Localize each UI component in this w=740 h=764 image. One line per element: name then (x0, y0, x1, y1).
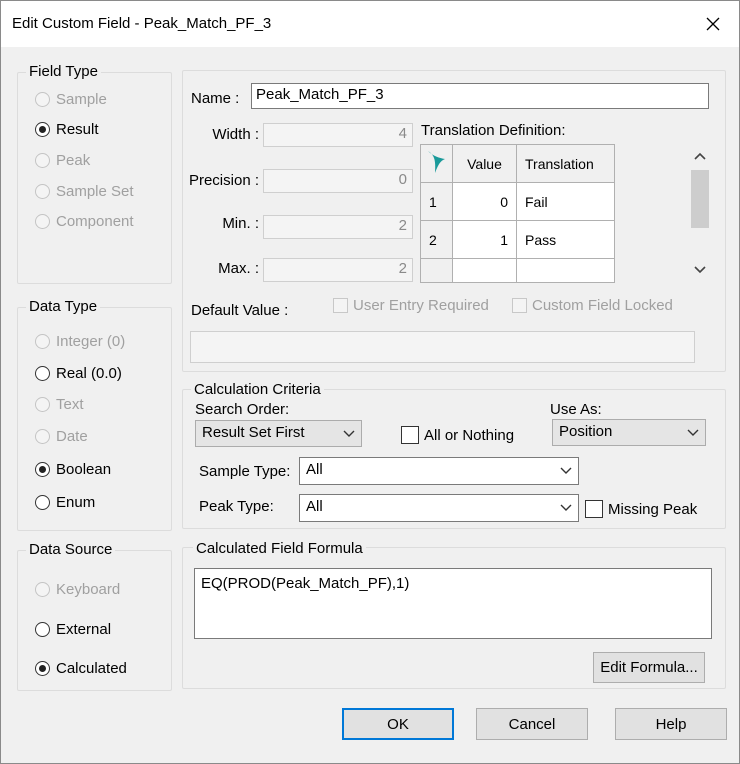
translation-column-header[interactable]: Translation (516, 144, 615, 183)
calculation-criteria-label: Calculation Criteria (191, 381, 324, 398)
translation-cell[interactable]: Pass (516, 220, 615, 259)
radio-circle (35, 366, 50, 381)
radio-circle (35, 622, 50, 637)
radio-circle (35, 661, 50, 676)
width-field[interactable]: 4 (263, 123, 413, 147)
name-input[interactable]: Peak_Match_PF_3 (251, 83, 709, 109)
width-label: Width : (212, 126, 259, 143)
data-source-keyboard-radio[interactable]: Keyboard (35, 581, 120, 598)
search-order-label: Search Order: (195, 401, 290, 418)
min-label: Min. : (222, 215, 259, 232)
user-entry-required-checkbox[interactable]: User Entry Required (333, 297, 489, 314)
data-source-external-radio[interactable]: External (35, 621, 111, 638)
translation-scrollbar[interactable] (689, 144, 711, 282)
chevron-down-icon (560, 504, 572, 511)
row-index-cell (420, 258, 453, 283)
data-source-label: Data Source (26, 541, 116, 558)
checkbox-box (333, 298, 348, 313)
value-cell[interactable]: 0 (452, 182, 517, 221)
peak-type-select[interactable]: All (299, 494, 579, 522)
value-cell[interactable] (452, 258, 517, 283)
default-value-label: Default Value : (191, 302, 289, 319)
checkbox-box (585, 500, 603, 518)
close-button[interactable] (693, 7, 733, 41)
row-index-cell: 1 (420, 182, 453, 221)
custom-field-locked-checkbox[interactable]: Custom Field Locked (512, 297, 673, 314)
close-icon (706, 17, 720, 31)
formula-label: Calculated Field Formula (193, 540, 366, 557)
precision-label: Precision : (188, 172, 259, 189)
field-type-result-radio[interactable]: Result (35, 121, 99, 138)
table-row[interactable] (420, 258, 615, 283)
table-row[interactable]: 2 1 Pass (420, 220, 615, 259)
edit-formula-button[interactable]: Edit Formula... (593, 652, 705, 683)
cancel-button[interactable]: Cancel (476, 708, 588, 740)
translation-definition-label: Translation Definition: (421, 122, 566, 139)
formula-textarea[interactable]: EQ(PROD(Peak_Match_PF),1) (194, 568, 712, 639)
radio-circle (35, 334, 50, 349)
value-column-header[interactable]: Value (452, 144, 517, 183)
checkbox-box (512, 298, 527, 313)
data-type-text-radio[interactable]: Text (35, 396, 84, 413)
field-type-component-radio[interactable]: Component (35, 213, 134, 230)
field-type-sample-set-radio[interactable]: Sample Set (35, 183, 134, 200)
select-all-icon (428, 151, 445, 173)
checkbox-box (401, 426, 419, 444)
max-label: Max. : (218, 260, 259, 277)
translation-cell[interactable]: Fail (516, 182, 615, 221)
translation-cell[interactable] (516, 258, 615, 283)
data-type-enum-radio[interactable]: Enum (35, 494, 95, 511)
missing-peak-checkbox[interactable]: Missing Peak (585, 500, 697, 518)
radio-circle (35, 429, 50, 444)
chevron-down-icon (687, 429, 699, 436)
radio-circle (35, 92, 50, 107)
chevron-down-icon (343, 430, 355, 437)
title-bar: Edit Custom Field - Peak_Match_PF_3 (1, 1, 739, 47)
radio-circle (35, 462, 50, 477)
name-label: Name : (191, 90, 240, 107)
scroll-down-icon[interactable] (694, 266, 706, 274)
peak-type-label: Peak Type: (199, 498, 274, 515)
field-type-label: Field Type (26, 63, 101, 80)
data-type-integer-radio[interactable]: Integer (0) (35, 333, 125, 350)
table-corner-cell (420, 144, 453, 183)
radio-circle (35, 397, 50, 412)
field-type-sample-radio[interactable]: Sample (35, 91, 107, 108)
table-row[interactable]: 1 0 Fail (420, 182, 615, 221)
radio-circle (35, 184, 50, 199)
use-as-label: Use As: (550, 401, 602, 418)
data-type-real-radio[interactable]: Real (0.0) (35, 365, 122, 382)
use-as-select[interactable]: Position (552, 419, 706, 446)
default-value-field[interactable] (190, 331, 695, 363)
translation-table[interactable]: Value Translation 1 0 Fail 2 1 Pass (420, 144, 615, 283)
window-title: Edit Custom Field - Peak_Match_PF_3 (12, 15, 272, 32)
precision-field[interactable]: 0 (263, 169, 413, 193)
scrollbar-thumb[interactable] (691, 170, 709, 228)
data-type-boolean-radio[interactable]: Boolean (35, 461, 111, 478)
value-cell[interactable]: 1 (452, 220, 517, 259)
field-type-peak-radio[interactable]: Peak (35, 152, 90, 169)
row-index-cell: 2 (420, 220, 453, 259)
min-field[interactable]: 2 (263, 215, 413, 239)
radio-circle (35, 495, 50, 510)
sample-type-label: Sample Type: (199, 463, 291, 480)
max-field[interactable]: 2 (263, 258, 413, 282)
data-type-label: Data Type (26, 298, 101, 315)
sample-type-select[interactable]: All (299, 457, 579, 485)
radio-circle (35, 122, 50, 137)
all-or-nothing-checkbox[interactable]: All or Nothing (401, 426, 514, 444)
data-source-calculated-radio[interactable]: Calculated (35, 660, 127, 677)
search-order-select[interactable]: Result Set First (195, 420, 362, 447)
radio-circle (35, 582, 50, 597)
radio-circle (35, 214, 50, 229)
chevron-down-icon (560, 467, 572, 474)
radio-circle (35, 153, 50, 168)
help-button[interactable]: Help (615, 708, 727, 740)
scroll-up-icon[interactable] (694, 152, 706, 160)
ok-button[interactable]: OK (342, 708, 454, 740)
data-type-date-radio[interactable]: Date (35, 428, 88, 445)
edit-custom-field-dialog: Edit Custom Field - Peak_Match_PF_3 Fiel… (0, 0, 740, 764)
